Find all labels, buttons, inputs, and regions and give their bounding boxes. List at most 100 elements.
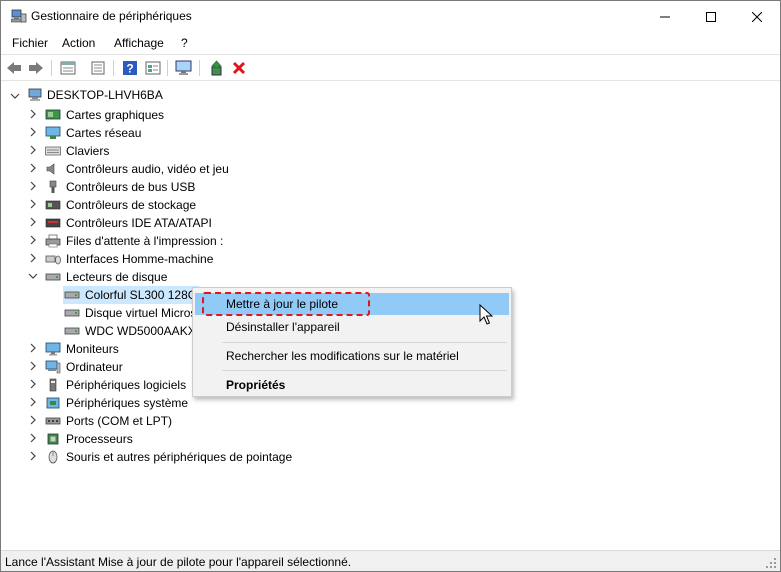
scan-hardware-button[interactable] — [175, 59, 193, 77]
menu-item-properties[interactable]: Propriétés — [195, 374, 509, 396]
properties-button[interactable] — [59, 59, 77, 77]
device-manager-window: Gestionnaire de périphériques Fichier Ac… — [0, 0, 781, 572]
chevron-right-icon[interactable] — [28, 181, 38, 191]
tree-category-ide-controller[interactable]: Contrôleurs IDE ATA/ATAPI — [66, 216, 212, 230]
window-title: Gestionnaire de périphériques — [31, 9, 192, 23]
menu-affichage[interactable]: Affichage — [114, 36, 164, 50]
chevron-right-icon[interactable] — [28, 343, 38, 353]
chevron-right-icon[interactable] — [28, 397, 38, 407]
tree-category-usb[interactable]: Contrôleurs de bus USB — [66, 180, 195, 194]
tree-category-mouse[interactable]: Souris et autres périphériques de pointa… — [66, 450, 292, 464]
callout-highlight-box — [202, 292, 370, 316]
chevron-right-icon[interactable] — [28, 199, 38, 209]
update-driver-icon — [211, 60, 222, 76]
disk-drive-icon — [64, 309, 80, 317]
port-icon — [45, 417, 61, 425]
menu-help[interactable]: ? — [181, 36, 188, 50]
tree-device-item[interactable]: Disque virtuel Microsoft — [85, 306, 210, 320]
chevron-right-icon[interactable] — [28, 451, 38, 461]
toolbar-separator — [51, 60, 52, 76]
usb-icon — [49, 180, 57, 193]
menu-fichier[interactable]: Fichier — [12, 36, 48, 50]
tree-category-display-adapter[interactable]: Cartes graphiques — [66, 108, 164, 122]
tree-category-disk-drive[interactable]: Lecteurs de disque — [66, 270, 167, 284]
status-bar: Lance l'Assistant Mise à jour de pilote … — [1, 550, 780, 571]
software-device-icon — [49, 378, 57, 392]
tree-category-network-adapter[interactable]: Cartes réseau — [66, 126, 141, 140]
driver-details-button[interactable] — [89, 59, 107, 77]
back-button[interactable] — [5, 59, 23, 77]
chevron-right-icon[interactable] — [28, 361, 38, 371]
tree-device-item[interactable]: Colorful SL300 128GB — [85, 288, 205, 302]
toolbar-separator — [199, 60, 200, 76]
mouse-cursor-icon — [479, 304, 493, 325]
tree-category-keyboard[interactable]: Claviers — [66, 144, 109, 158]
monitor-icon — [45, 342, 61, 356]
disk-drive-icon — [64, 291, 80, 299]
chevron-right-icon[interactable] — [28, 379, 38, 389]
tree-category-speaker[interactable]: Contrôleurs audio, vidéo et jeu — [66, 162, 229, 176]
toolbar-separator — [167, 60, 168, 76]
tree-category-monitor[interactable]: Moniteurs — [66, 342, 119, 356]
scan-monitor-icon — [175, 60, 192, 75]
toolbar: ? — [1, 54, 780, 81]
chevron-right-icon[interactable] — [28, 109, 38, 119]
chevron-right-icon[interactable] — [28, 163, 38, 173]
tree-root-label[interactable]: DESKTOP-LHVH6BA — [47, 88, 163, 102]
menu-action[interactable]: Action — [62, 36, 95, 50]
uninstall-x-icon — [232, 61, 246, 75]
maximize-icon — [706, 11, 716, 22]
tree-category-system-device[interactable]: Périphériques système — [66, 396, 188, 410]
maximize-button[interactable] — [688, 1, 734, 32]
tree-category-port[interactable]: Ports (COM et LPT) — [66, 414, 172, 428]
disk-drive-icon — [64, 327, 80, 335]
menu-item-uninstall-device[interactable]: Désinstaller l'appareil — [195, 316, 509, 338]
title-bar[interactable]: Gestionnaire de périphériques — [1, 1, 780, 32]
chevron-right-icon[interactable] — [28, 127, 38, 137]
close-icon — [752, 11, 762, 22]
update-driver-button[interactable] — [207, 59, 225, 77]
chevron-right-icon[interactable] — [28, 217, 38, 227]
network-adapter-icon — [45, 126, 61, 139]
menu-item-label: Propriétés — [226, 378, 286, 392]
processor-icon — [47, 433, 59, 445]
minimize-button[interactable] — [642, 1, 688, 32]
forward-arrow-icon — [29, 62, 43, 74]
chevron-right-icon[interactable] — [28, 433, 38, 443]
tree-category-printer[interactable]: Files d'attente à l'impression : — [66, 234, 223, 248]
menu-item-label: Désinstaller l'appareil — [226, 320, 340, 334]
tree-category-hid[interactable]: Interfaces Homme-machine — [66, 252, 213, 266]
speaker-icon — [46, 163, 55, 175]
chevron-right-icon[interactable] — [28, 415, 38, 425]
forward-button[interactable] — [27, 59, 45, 77]
properties-sheet-icon — [60, 61, 76, 75]
close-button[interactable] — [734, 1, 780, 32]
chevron-down-icon[interactable] — [10, 91, 20, 101]
chevron-right-icon[interactable] — [28, 235, 38, 245]
tree-category-computer[interactable]: Ordinateur — [66, 360, 123, 374]
driver-details-icon — [91, 61, 105, 75]
chevron-right-icon[interactable] — [28, 253, 38, 263]
keyboard-icon — [45, 146, 61, 156]
chevron-right-icon[interactable] — [28, 145, 38, 155]
view-button[interactable] — [144, 59, 162, 77]
tree-device-item[interactable]: WDC WD5000AAKX- — [85, 324, 200, 338]
disk-drive-icon — [45, 273, 61, 281]
tree-category-storage-controller[interactable]: Contrôleurs de stockage — [66, 198, 196, 212]
computer-root-icon — [28, 88, 42, 101]
printer-icon — [45, 234, 61, 248]
device-manager-app-icon — [11, 9, 27, 23]
menu-bar: Fichier Action Affichage ? — [1, 32, 780, 54]
status-text: Lance l'Assistant Mise à jour de pilote … — [5, 555, 352, 569]
tree-category-processor[interactable]: Processeurs — [66, 432, 133, 446]
menu-separator — [222, 370, 507, 371]
uninstall-button[interactable] — [230, 59, 248, 77]
resize-grip-icon[interactable] — [765, 557, 777, 569]
chevron-down-icon[interactable] — [28, 271, 38, 281]
hid-icon — [45, 255, 61, 265]
help-button[interactable]: ? — [121, 59, 139, 77]
tree-category-software-device[interactable]: Périphériques logiciels — [66, 378, 186, 392]
menu-item-label: Rechercher les modifications sur le maté… — [226, 349, 459, 363]
menu-item-scan-hardware[interactable]: Rechercher les modifications sur le maté… — [195, 345, 509, 367]
minimize-icon — [660, 16, 670, 17]
